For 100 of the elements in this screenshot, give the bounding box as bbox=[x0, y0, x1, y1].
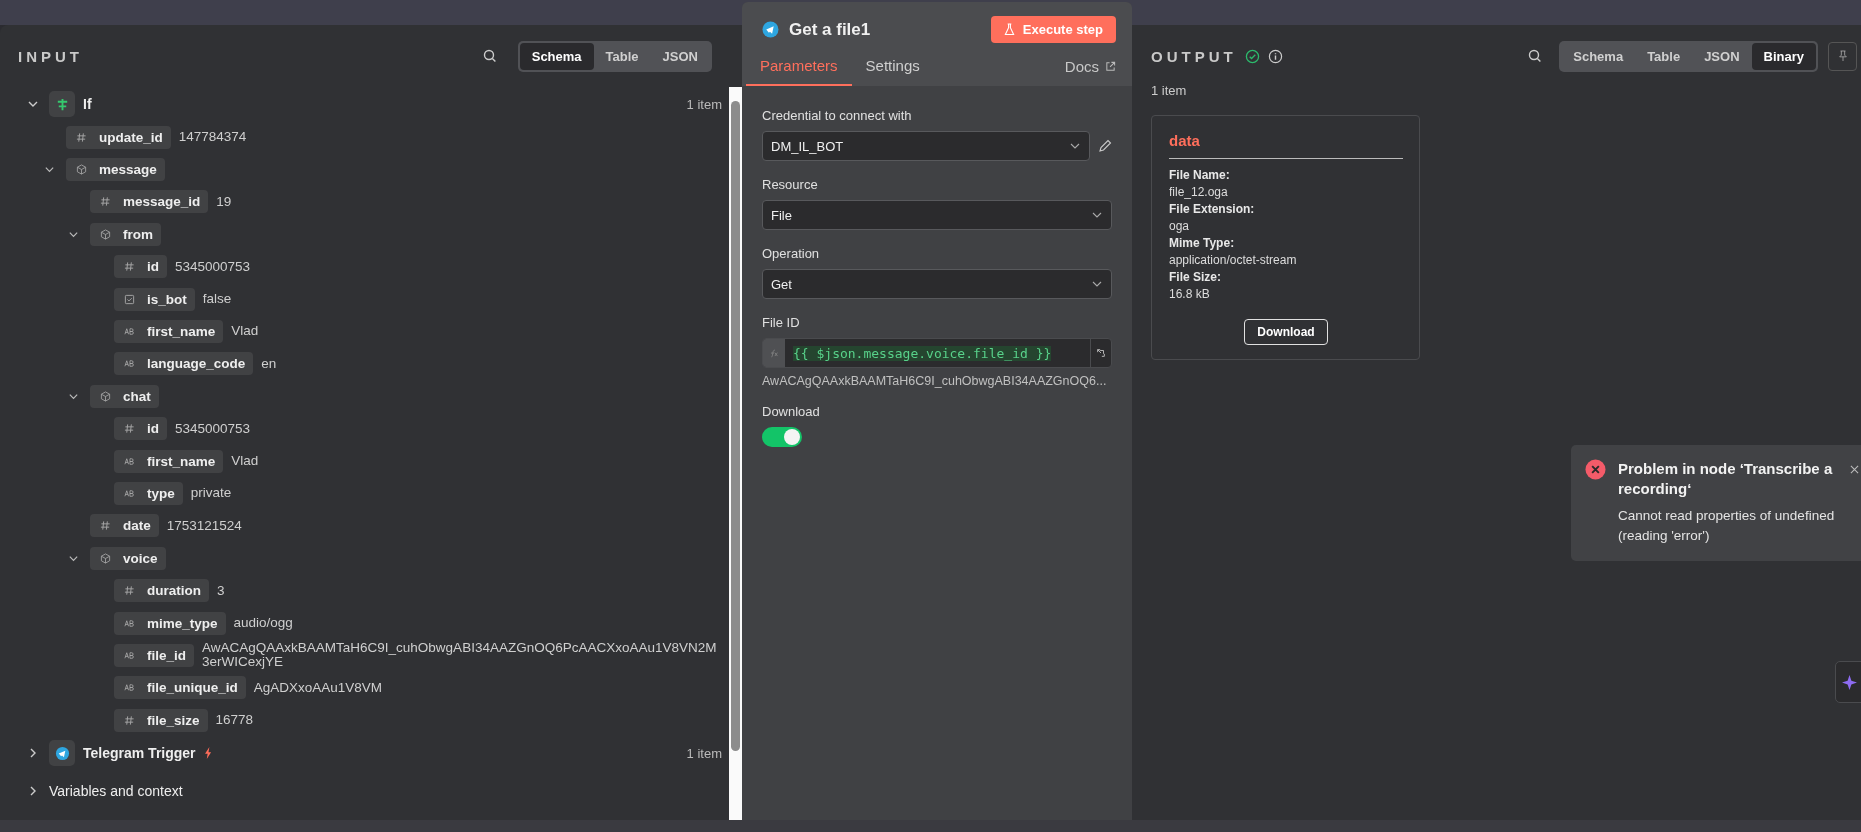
item-count: 1 item bbox=[686, 745, 722, 761]
field-key: language_code bbox=[114, 352, 254, 376]
text-icon bbox=[124, 488, 135, 499]
toggle-switch[interactable] bbox=[762, 427, 802, 447]
field-key: chat bbox=[90, 384, 159, 408]
cube-icon bbox=[100, 552, 111, 564]
select-field[interactable]: Get bbox=[762, 269, 1112, 299]
field-key: from bbox=[90, 222, 161, 246]
field-key: first_name bbox=[114, 320, 224, 344]
field-key: type bbox=[114, 482, 183, 505]
file-property-value: 16.8 kB bbox=[1169, 287, 1211, 301]
hash-icon bbox=[100, 196, 111, 208]
text-icon bbox=[124, 326, 135, 338]
field-value: Vlad bbox=[231, 454, 259, 469]
field-label: File ID bbox=[762, 315, 801, 330]
download-button[interactable]: Download bbox=[1244, 319, 1328, 345]
field-value: 19 bbox=[216, 194, 232, 210]
info-icon[interactable] bbox=[1267, 48, 1283, 64]
field-key: file_unique_id bbox=[114, 676, 246, 700]
file-property-value: oga bbox=[1169, 219, 1191, 233]
select-field[interactable]: File bbox=[762, 200, 1112, 230]
check-circle-icon bbox=[1244, 48, 1260, 64]
node-name[interactable]: If bbox=[83, 96, 92, 112]
view-tab[interactable]: Table bbox=[593, 42, 651, 70]
paper-plane-icon bbox=[49, 740, 75, 767]
section-name[interactable]: Variables and context bbox=[49, 783, 183, 800]
item-count: 1 item bbox=[686, 96, 722, 112]
field-value: AwACAgQAAxkBAAMTaH6C9I_cuhObwgABI34AAZGnOQ6PcAACXxoAAu1V8VN2M3erWICexjYE bbox=[202, 641, 718, 670]
text-icon bbox=[124, 682, 135, 694]
field-value: Vlad bbox=[231, 324, 259, 339]
hash-icon bbox=[124, 585, 135, 597]
view-tab[interactable]: Binary bbox=[1751, 42, 1816, 70]
field-key: file_id bbox=[114, 643, 194, 667]
view-tab[interactable]: Table bbox=[1635, 42, 1693, 70]
error-icon bbox=[1585, 459, 1606, 480]
scrollbar[interactable] bbox=[729, 87, 742, 820]
file-property-label: File Size: bbox=[1169, 270, 1222, 284]
field-value: AgADXxoAAu1V8VM bbox=[253, 680, 383, 695]
field-label: Operation bbox=[762, 246, 821, 261]
field-value: false bbox=[202, 292, 232, 307]
field-value: private bbox=[190, 486, 232, 501]
file-property-label: File Extension: bbox=[1169, 202, 1256, 216]
search-icon[interactable] bbox=[1527, 48, 1544, 64]
close-icon[interactable] bbox=[1850, 465, 1859, 474]
external-link-icon bbox=[1105, 61, 1116, 72]
view-tab[interactable]: JSON bbox=[650, 42, 710, 70]
panel-title: INPUT bbox=[18, 47, 83, 65]
field-key: voice bbox=[90, 546, 166, 570]
view-tab[interactable]: Schema bbox=[519, 42, 594, 70]
tab[interactable]: Settings bbox=[851, 49, 934, 86]
paper-plane-icon bbox=[762, 21, 779, 38]
cube-icon bbox=[76, 164, 87, 176]
cube-icon bbox=[100, 390, 111, 402]
text-icon bbox=[124, 617, 135, 629]
file-property-label: File Name: bbox=[1169, 168, 1231, 182]
tab[interactable]: Parameters bbox=[746, 49, 852, 86]
field-value: en bbox=[261, 356, 277, 371]
field-label: Resource bbox=[762, 177, 819, 192]
file-property-value: application/octet-stream bbox=[1169, 253, 1298, 267]
field-label: Credential to connect with bbox=[762, 108, 913, 123]
expression-field[interactable]: {{ $json.message.voice.file_id }} bbox=[762, 338, 1112, 368]
sparkle-icon bbox=[1842, 674, 1857, 690]
expression-preview: AwACAgQAAxkBAAMTaH6C9I_cuhObwgABI34AAZGnOQ6... bbox=[762, 374, 1108, 388]
field-key: mime_type bbox=[114, 611, 226, 635]
panel-title: OUTPUT bbox=[1151, 47, 1237, 65]
search-icon[interactable] bbox=[481, 48, 498, 64]
docs-link[interactable]: Docs bbox=[1064, 58, 1116, 86]
hash-icon bbox=[76, 131, 87, 143]
field-key: id bbox=[114, 255, 167, 279]
assistant-button[interactable] bbox=[1835, 661, 1861, 703]
hash-icon bbox=[100, 520, 111, 532]
field-label: Download bbox=[762, 404, 821, 419]
cube-icon bbox=[100, 228, 111, 240]
field-value: 147784374 bbox=[178, 130, 247, 145]
view-tab[interactable]: Schema bbox=[1561, 42, 1636, 70]
field-key: message_id bbox=[90, 190, 209, 214]
file-property-label: Mime Type: bbox=[1169, 236, 1236, 250]
branch-icon bbox=[49, 91, 75, 117]
select-field[interactable]: DM_IL_BOT bbox=[762, 131, 1090, 161]
hash-icon bbox=[124, 261, 135, 273]
view-tab[interactable]: JSON bbox=[1692, 42, 1752, 70]
pencil-icon[interactable] bbox=[1098, 139, 1112, 153]
text-icon bbox=[124, 649, 135, 661]
hash-icon bbox=[124, 714, 135, 726]
node-name[interactable]: Telegram Trigger bbox=[83, 745, 196, 762]
field-value: 3 bbox=[217, 583, 225, 598]
file-property-value: file_12.oga bbox=[1169, 185, 1229, 199]
field-value: audio/ogg bbox=[233, 615, 293, 631]
function-icon bbox=[763, 339, 785, 367]
text-icon bbox=[124, 455, 135, 467]
lightning-icon bbox=[203, 747, 213, 760]
toast-message: Cannot read properties of undefined (reading 'error') bbox=[1618, 507, 1836, 545]
field-value: 16778 bbox=[215, 713, 254, 728]
node-title: Get a file1 bbox=[789, 19, 871, 40]
flask-icon bbox=[1003, 23, 1015, 36]
field-key: first_name bbox=[114, 449, 224, 473]
item-count: 1 item bbox=[1151, 83, 1188, 98]
field-key: update_id bbox=[66, 125, 171, 149]
field-key: date bbox=[90, 514, 159, 538]
field-key: file_size bbox=[114, 708, 208, 732]
